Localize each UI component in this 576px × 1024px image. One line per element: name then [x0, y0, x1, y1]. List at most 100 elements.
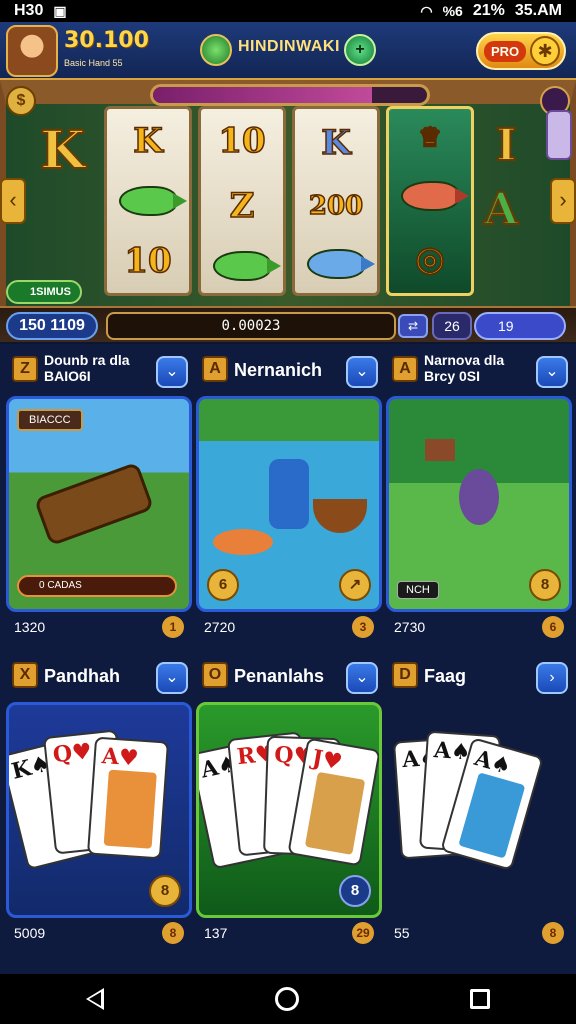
settings-gear-icon[interactable]: ✱	[530, 36, 561, 66]
category-triangle-icon: A	[392, 356, 418, 382]
slot-control-bar: 150 1109 0.00023 ⇄ 26 19	[0, 306, 576, 342]
lines-display[interactable]: 26	[432, 312, 472, 340]
top-header: 30.100 Basic Hand 55 HINDINWAKI + PRO ✱	[0, 22, 576, 80]
game-column-5: O Penanlahs ⌄ A♠ R♥ Q♥ J♥ 8 137 29	[196, 650, 382, 948]
coin-corner-icon[interactable]: $	[6, 86, 36, 116]
category-dropdown-button[interactable]: ⌄	[536, 356, 568, 388]
reel-2: 10 Z	[198, 106, 286, 296]
back-icon[interactable]	[85, 988, 104, 1010]
category-header: A Nernanich ⌄	[196, 344, 382, 396]
game-column-6: D Faag › A♠ A♠ A♠ 55 8	[386, 650, 572, 948]
reels-container: K 10 10 Z K 200 ♛ ◎	[104, 106, 474, 296]
game-foot: 2730 6	[386, 612, 572, 642]
coin-subtitle: Basic Hand 55	[64, 58, 123, 68]
side-symbol-left: K	[39, 119, 86, 182]
game-tag: BIACCC	[17, 409, 83, 431]
reel-symbol: K	[132, 121, 163, 163]
fish-blue-icon	[307, 249, 375, 279]
pro-label: PRO	[484, 40, 527, 62]
category-label: Faag	[424, 666, 467, 686]
reel-symbol: K	[320, 122, 351, 164]
reel-symbol: Z	[229, 185, 255, 227]
game-badge: 8	[149, 875, 181, 907]
game-card-field[interactable]: NCH 8	[386, 396, 572, 612]
category-label: Dounb ra dla BAIO6I	[44, 352, 130, 384]
game-column-3: A Narnova dla Brcy 0SI ⌄ NCH 8 2730 6	[386, 344, 572, 642]
game-score: 55	[394, 925, 410, 941]
slot-machine: $ ‹ › K I A K 10 10 Z K 200 ♛ ◎ 1SIMUS 1…	[0, 80, 576, 342]
category-z-icon: Z	[12, 356, 38, 382]
home-icon[interactable]	[274, 987, 299, 1011]
coin-icon: ◎	[414, 238, 445, 280]
reel-symbol: 10	[218, 121, 267, 163]
category-tent-icon: A	[202, 356, 228, 382]
game-card-fishing[interactable]: 6 ↗	[196, 396, 382, 612]
fisherman-icon	[269, 459, 309, 529]
game-score: 137	[204, 925, 228, 941]
game-card-poker-1[interactable]: K♠ Q♥ A♥ 8	[6, 702, 192, 918]
play-button-icon[interactable]: ↗	[339, 569, 371, 601]
game-badge: 6	[207, 569, 239, 601]
gem-icon	[200, 34, 232, 66]
auto-spin-button[interactable]: 19	[474, 312, 566, 340]
card-ace-heart: A♥	[86, 736, 170, 860]
bet-toggle-button[interactable]: ⇄	[398, 314, 428, 338]
category-header: D Faag ›	[386, 650, 572, 702]
reel-4-highlighted: ♛ ◎	[386, 106, 474, 296]
category-swords-icon: X	[12, 662, 38, 688]
category-dropdown-button[interactable]: ›	[536, 662, 568, 694]
side-symbol-right-1: I	[495, 119, 518, 172]
category-label: Pandhah	[44, 666, 121, 686]
game-title: HINDINWAKI	[238, 38, 340, 55]
reel-1: K 10	[104, 106, 192, 296]
category-header: X Pandhah ⌄	[6, 650, 192, 702]
android-nav-bar	[0, 974, 576, 1024]
game-column-2: A Nernanich ⌄ 6 ↗ 2720 3	[196, 344, 382, 642]
game-foot-icon: 3	[352, 616, 374, 638]
avatar[interactable]	[6, 25, 58, 77]
game-card-poker-2[interactable]: A♠ R♥ Q♥ J♥ 8	[196, 702, 382, 918]
game-score: 5009	[14, 925, 46, 941]
game-score: 2730	[394, 619, 426, 635]
recent-apps-icon[interactable]	[470, 989, 491, 1009]
game-score: 1320	[14, 619, 46, 635]
add-gem-button[interactable]: +	[344, 34, 376, 66]
game-tag: NCH	[397, 581, 439, 599]
category-label: Nernanich	[234, 360, 323, 380]
category-dropdown-button[interactable]: ⌄	[346, 356, 378, 388]
game-column-4: X Pandhah ⌄ K♠ Q♥ A♥ 8 5009 8	[6, 650, 192, 948]
category-target-icon: O	[202, 662, 228, 688]
game-column-1: Z Dounb ra dla BAIO6I ⌄ BIACCC 0 CADAS 1…	[6, 344, 192, 642]
side-icons-panel[interactable]	[546, 110, 572, 160]
status-clock: 35.AM	[514, 2, 562, 19]
game-foot-icon: 1	[162, 616, 184, 638]
pro-badge[interactable]: PRO ✱	[476, 32, 566, 70]
game-badge: 8	[529, 569, 561, 601]
fish-orange-icon	[213, 529, 273, 555]
category-dropdown-button[interactable]: ⌄	[156, 662, 188, 694]
fish-green-icon	[213, 250, 281, 281]
creature-icon	[459, 469, 499, 525]
table-icon	[425, 439, 455, 461]
fish-red-icon	[401, 181, 469, 211]
progress-fill	[153, 87, 373, 103]
game-foot: 55 8	[386, 918, 572, 948]
cat-king-icon: ♛	[418, 122, 443, 154]
game-card-cannon[interactable]: BIACCC 0 CADAS	[6, 396, 192, 612]
category-dropdown-button[interactable]: ⌄	[346, 662, 378, 694]
game-badge: 8	[339, 875, 371, 907]
jackpot-progress-bar	[150, 84, 430, 106]
games-grid: Z Dounb ra dla BAIO6I ⌄ BIACCC 0 CADAS 1…	[0, 344, 576, 974]
side-symbol-right-2: A	[483, 183, 519, 236]
bet-display: 0.00023	[106, 312, 396, 340]
category-label: Narnova dla Brcy 0SI	[424, 352, 505, 384]
next-arrow-icon[interactable]: ›	[550, 178, 576, 224]
category-dropdown-button[interactable]: ⌄	[156, 356, 188, 388]
category-header: Z Dounb ra dla BAIO6I ⌄	[6, 344, 192, 396]
category-header: O Penanlahs ⌄	[196, 650, 382, 702]
balance-display: 150 1109	[6, 312, 98, 340]
game-card-poker-3[interactable]: A♠ A♠ A♠	[386, 702, 572, 918]
game-foot-icon: 29	[352, 922, 374, 944]
prev-arrow-icon[interactable]: ‹	[0, 178, 26, 224]
category-label: Penanlahs	[234, 666, 325, 686]
